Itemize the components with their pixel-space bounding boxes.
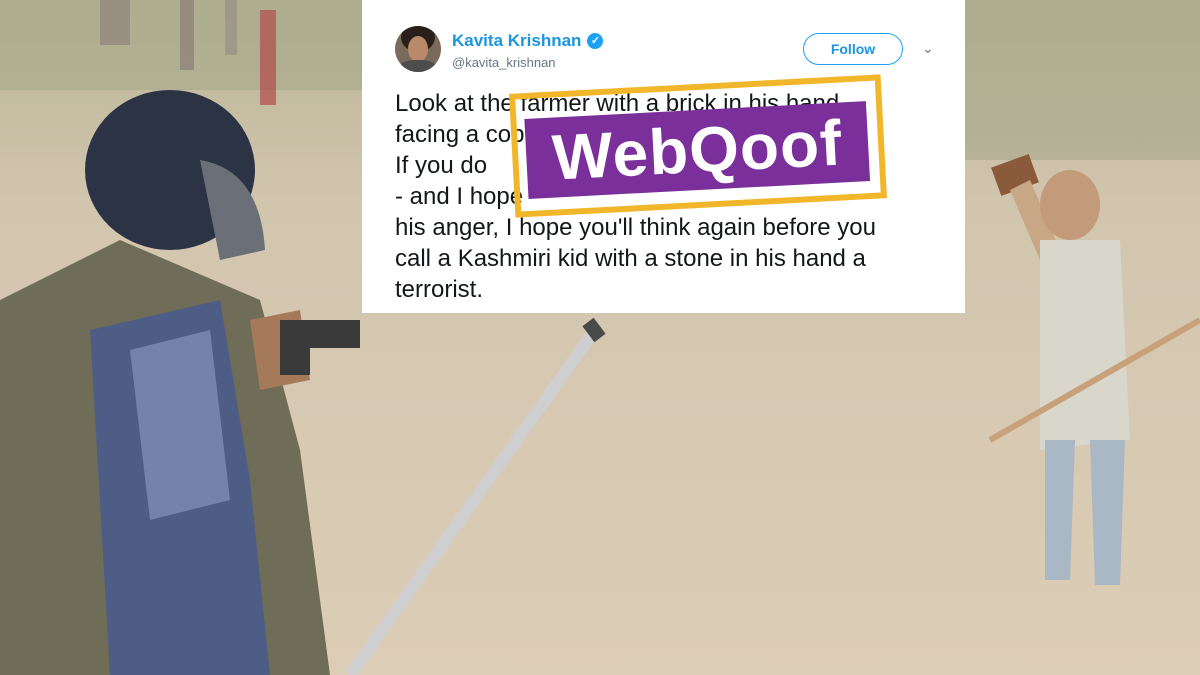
verified-badge-icon: ✓ [587, 33, 604, 49]
follow-button[interactable]: Follow [803, 33, 903, 65]
tweet-author: Kavita Krishnan ✓ [452, 31, 604, 51]
user-handle[interactable]: @kavita_krishnan [452, 55, 556, 70]
tweet-line: call a Kashmiri kid with a stone in his … [395, 245, 866, 272]
tweet-line: terrorist. [395, 276, 484, 303]
avatar[interactable] [395, 26, 441, 72]
tweet-line: his anger, I hope you'll think again bef… [395, 214, 876, 241]
display-name-link[interactable]: Kavita Krishnan [452, 31, 581, 51]
webqoof-stamp: WebQoof [509, 74, 887, 218]
chevron-down-icon[interactable]: ⌄ [922, 40, 934, 57]
